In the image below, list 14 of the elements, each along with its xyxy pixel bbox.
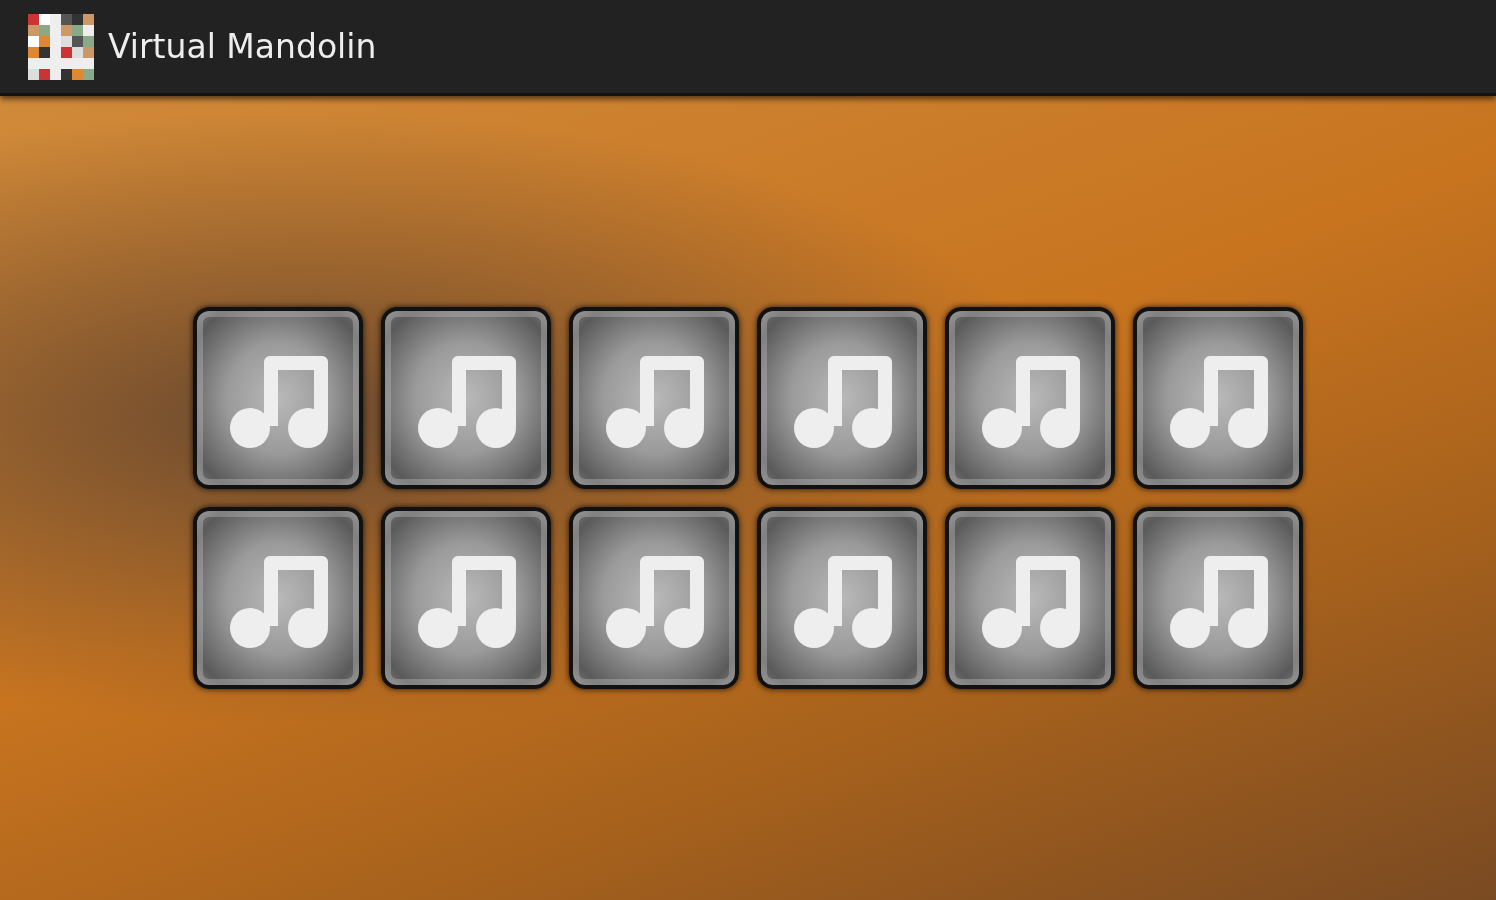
sound-pad-button[interactable]: [193, 307, 363, 489]
sound-pad-button[interactable]: [569, 507, 739, 689]
sound-pad-button[interactable]: [945, 507, 1115, 689]
app-icon: [28, 13, 94, 80]
sound-pad-button[interactable]: [1133, 307, 1303, 489]
sound-pad-button[interactable]: [1133, 507, 1303, 689]
app-title: Virtual Mandolin: [108, 25, 377, 68]
sound-pad-button[interactable]: [193, 507, 363, 689]
sound-pad-button[interactable]: [381, 507, 551, 689]
sound-pad-button[interactable]: [757, 507, 927, 689]
sound-pad-button[interactable]: [945, 307, 1115, 489]
sound-pad-button[interactable]: [569, 307, 739, 489]
sound-pad-button[interactable]: [757, 307, 927, 489]
sound-pad-button[interactable]: [381, 307, 551, 489]
